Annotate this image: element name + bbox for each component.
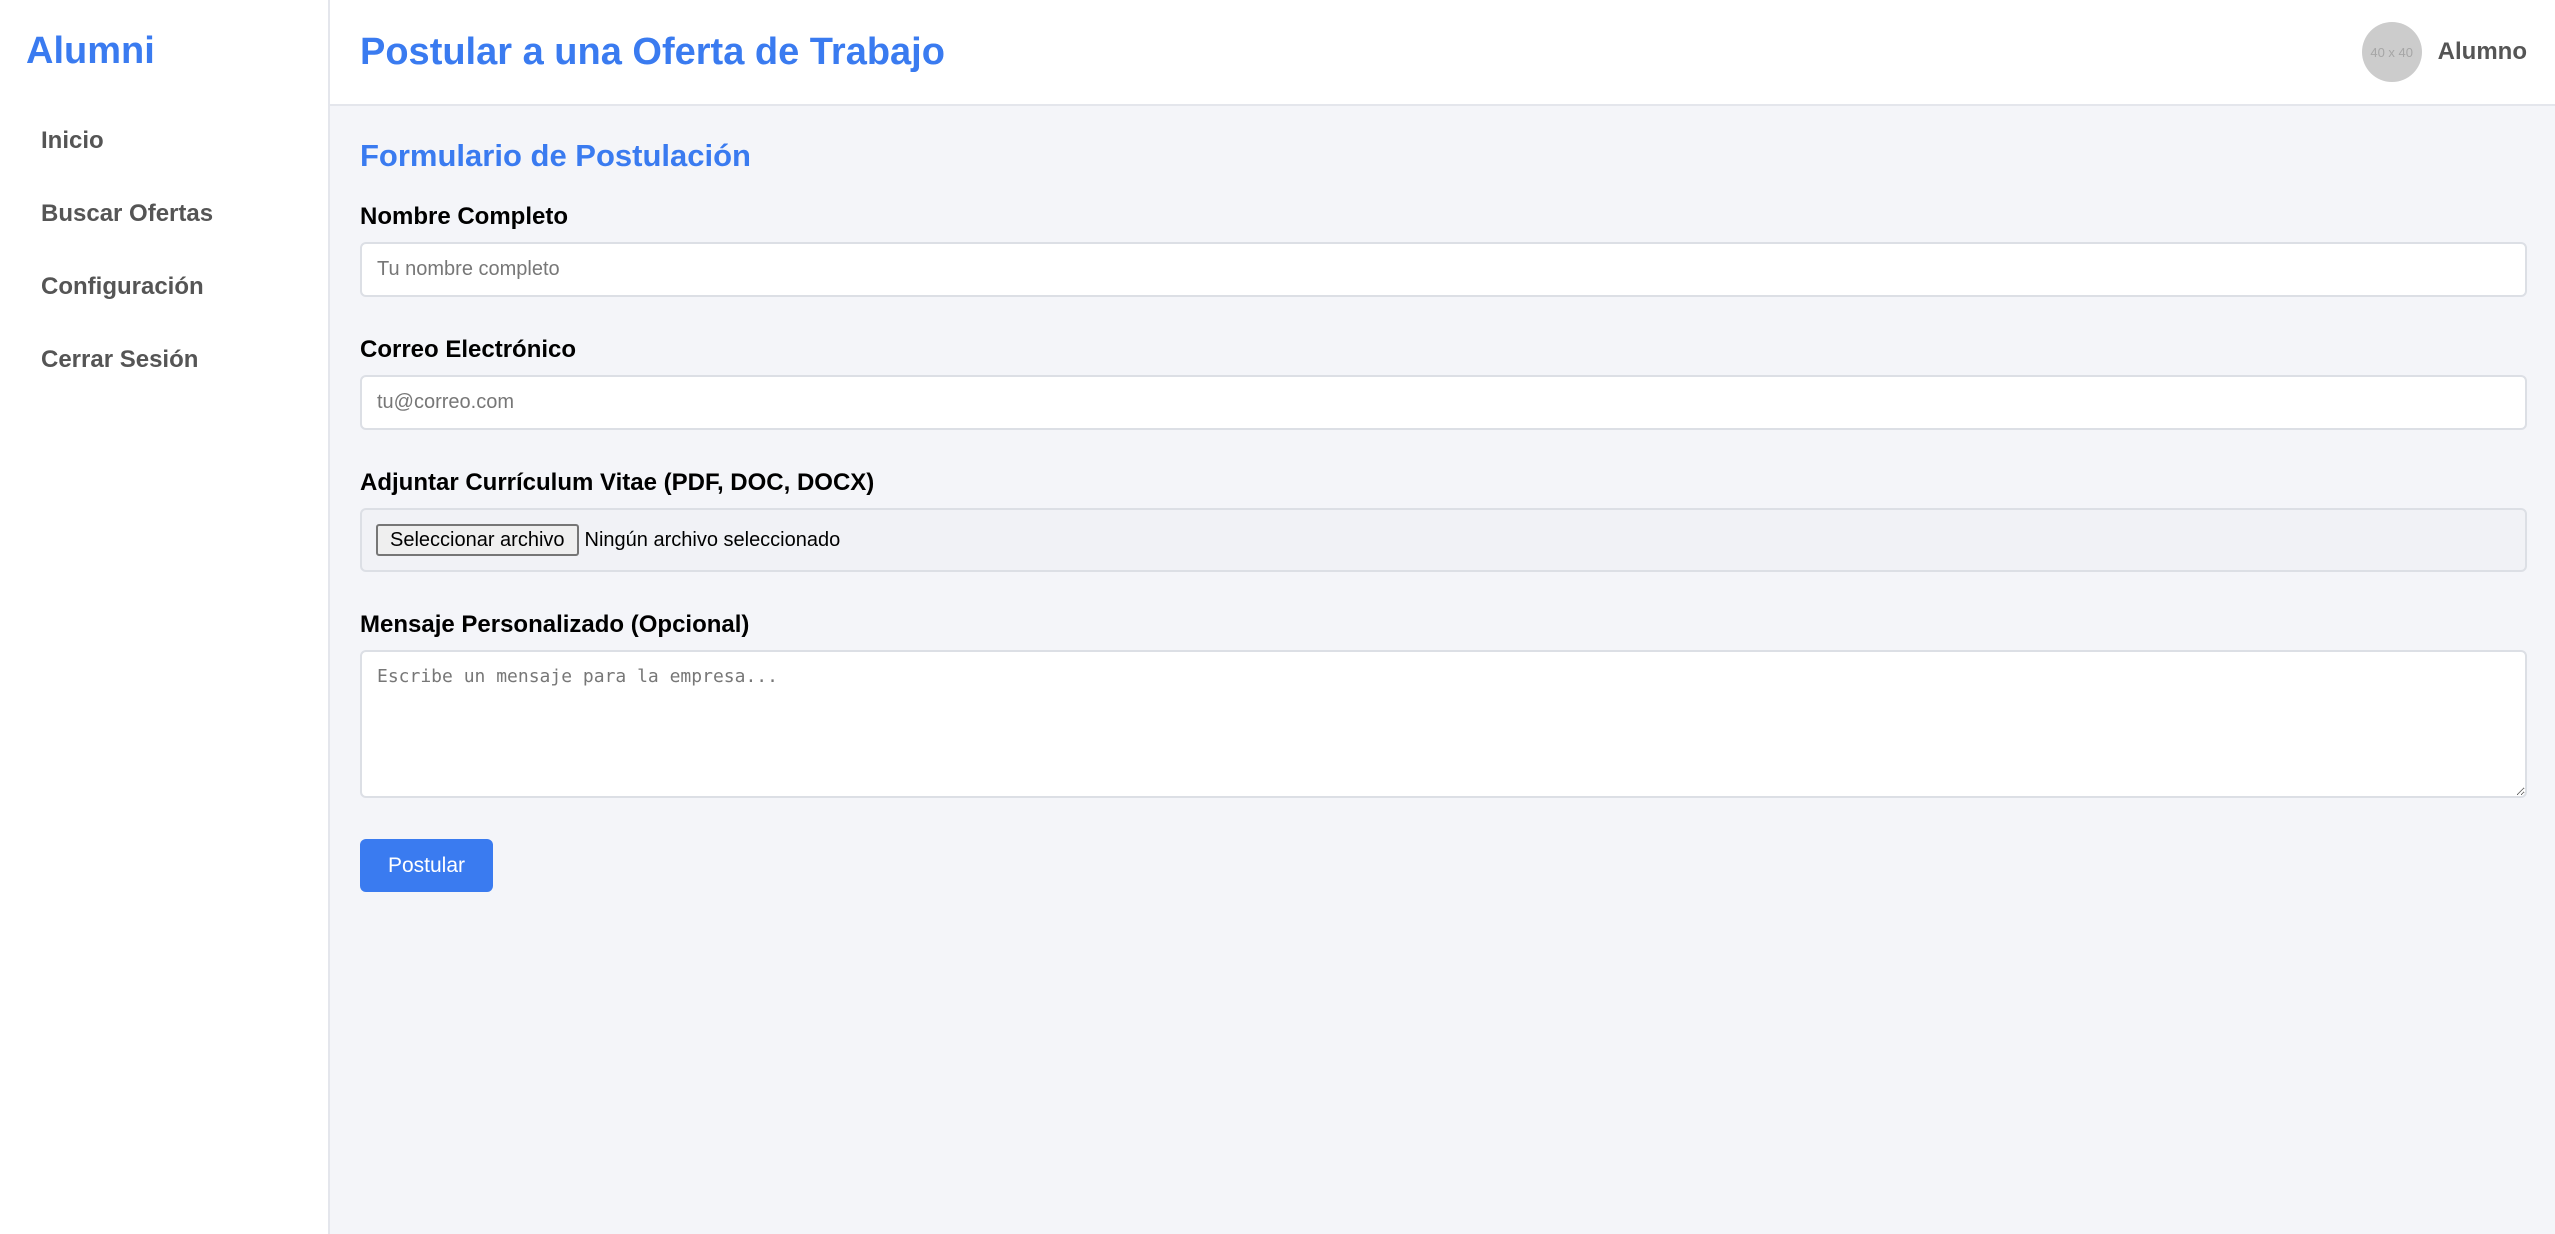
cv-file-input[interactable]: Seleccionar archivo Ningún archivo selec… bbox=[360, 508, 2527, 572]
name-label: Nombre Completo bbox=[360, 203, 569, 230]
email-input[interactable] bbox=[360, 375, 2527, 430]
content: Formulario de Postulación Nombre Complet… bbox=[330, 106, 2555, 892]
submit-button[interactable]: Postular bbox=[360, 839, 493, 892]
select-file-button[interactable]: Seleccionar archivo bbox=[376, 524, 579, 556]
message-label: Mensaje Personalizado (Opcional) bbox=[360, 611, 750, 638]
sidebar-item-buscar-ofertas[interactable]: Buscar Ofertas bbox=[0, 177, 328, 250]
app-layout: Alumni Inicio Buscar Ofertas Configuraci… bbox=[0, 0, 2555, 1234]
message-field-group: Mensaje Personalizado (Opcional) bbox=[360, 610, 2527, 803]
email-label: Correo Electrónico bbox=[360, 336, 577, 363]
email-field-group: Correo Electrónico bbox=[360, 335, 2527, 430]
name-field-group: Nombre Completo bbox=[360, 202, 2527, 297]
user-menu[interactable]: 40 x 40 Alumno bbox=[2361, 22, 2527, 82]
main-area: Postular a una Oferta de Trabajo 40 x 40… bbox=[330, 0, 2555, 1234]
file-status: Ningún archivo seleccionado bbox=[584, 528, 841, 551]
sidebar-item-cerrar-sesion[interactable]: Cerrar Sesión bbox=[0, 323, 328, 396]
avatar[interactable]: 40 x 40 bbox=[2361, 22, 2422, 82]
sidebar-nav: Inicio Buscar Ofertas Configuración Cerr… bbox=[0, 104, 328, 396]
top-bar: Postular a una Oferta de Trabajo 40 x 40… bbox=[330, 0, 2555, 106]
page-title: Postular a una Oferta de Trabajo bbox=[360, 30, 945, 73]
cv-field-group: Adjuntar Currículum Vitae (PDF, DOC, DOC… bbox=[360, 468, 2527, 572]
form-title: Formulario de Postulación bbox=[360, 138, 751, 173]
sidebar-item-configuracion[interactable]: Configuración bbox=[0, 250, 328, 323]
message-textarea[interactable] bbox=[360, 650, 2527, 798]
application-form: Nombre Completo Correo Electrónico Adjun… bbox=[360, 202, 2527, 892]
sidebar: Alumni Inicio Buscar Ofertas Configuraci… bbox=[0, 0, 330, 1234]
user-name[interactable]: Alumno bbox=[2438, 38, 2527, 66]
name-input[interactable] bbox=[360, 242, 2527, 297]
sidebar-item-inicio[interactable]: Inicio bbox=[0, 104, 328, 177]
cv-label: Adjuntar Currículum Vitae (PDF, DOC, DOC… bbox=[360, 469, 875, 496]
brand-logo[interactable]: Alumni bbox=[0, 28, 328, 74]
